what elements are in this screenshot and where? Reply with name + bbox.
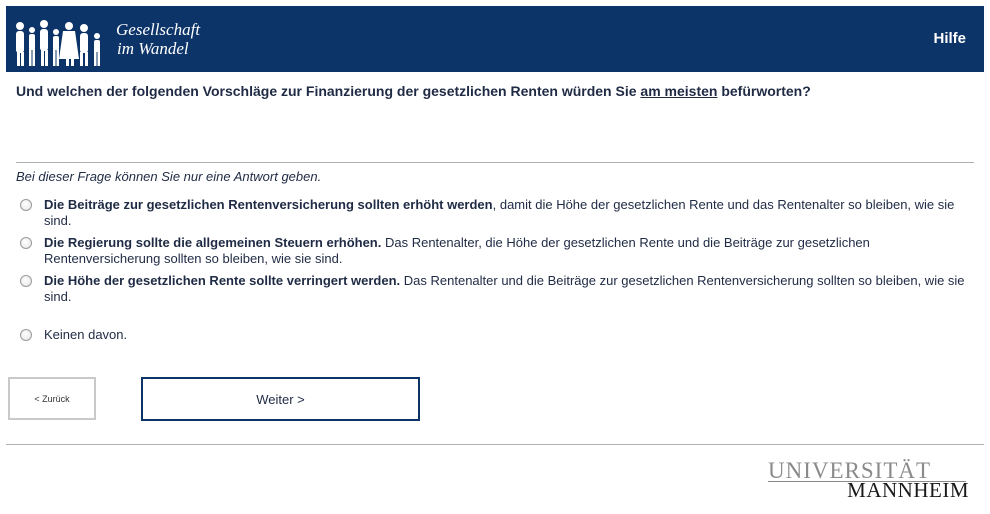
question-part-1: Und welchen der folgenden Vorschläge zur… [16, 83, 641, 99]
option-label[interactable]: Keinen davon. [44, 327, 970, 343]
answer-option-1[interactable]: Die Beiträge zur gesetzlichen Rentenvers… [20, 197, 970, 229]
university-line-2: MANNHEIM [847, 478, 969, 502]
question-emphasis: am meisten [640, 83, 718, 99]
option-label[interactable]: Die Höhe der gesetzlichen Rente sollte v… [44, 273, 970, 305]
instruction-text: Bei dieser Frage können Sie nur eine Ant… [16, 169, 322, 184]
option-rest-text: Keinen davon. [44, 327, 128, 342]
logo-line-2: im Wandel [117, 39, 189, 58]
answer-option-2[interactable]: Die Regierung sollte die allgemeinen Ste… [20, 235, 970, 267]
university-logo: UNIVERSITÄT MANNHEIM [768, 458, 973, 503]
top-divider [16, 162, 974, 163]
option-bold-text: Die Höhe der gesetzlichen Rente sollte v… [44, 273, 401, 288]
header-bar: Gesellschaft im Wandel Hilfe [6, 6, 984, 72]
option-bold-text: Die Beiträge zur gesetzlichen Rentenvers… [44, 197, 493, 212]
answer-option-3[interactable]: Die Höhe der gesetzlichen Rente sollte v… [20, 273, 970, 305]
back-button[interactable]: < Zurück [8, 377, 96, 420]
question-text: Und welchen der folgenden Vorschläge zur… [16, 83, 811, 99]
option-bold-text: Die Regierung sollte die allgemeinen Ste… [44, 235, 382, 250]
logo-text: Gesellschaft im Wandel [116, 20, 200, 58]
option-label[interactable]: Die Beiträge zur gesetzlichen Rentenvers… [44, 197, 970, 229]
help-link[interactable]: Hilfe [933, 30, 966, 47]
radio-button[interactable] [20, 329, 32, 341]
radio-button[interactable] [20, 237, 32, 249]
radio-button[interactable] [20, 199, 32, 211]
radio-button[interactable] [20, 275, 32, 287]
question-part-2: befürworten? [717, 83, 811, 99]
bottom-divider [6, 444, 984, 445]
next-button[interactable]: Weiter > [141, 377, 420, 421]
logo-line-1: Gesellschaft [116, 20, 201, 39]
answer-option-4[interactable]: Keinen davon. [20, 327, 970, 343]
option-label[interactable]: Die Regierung sollte die allgemeinen Ste… [44, 235, 970, 267]
